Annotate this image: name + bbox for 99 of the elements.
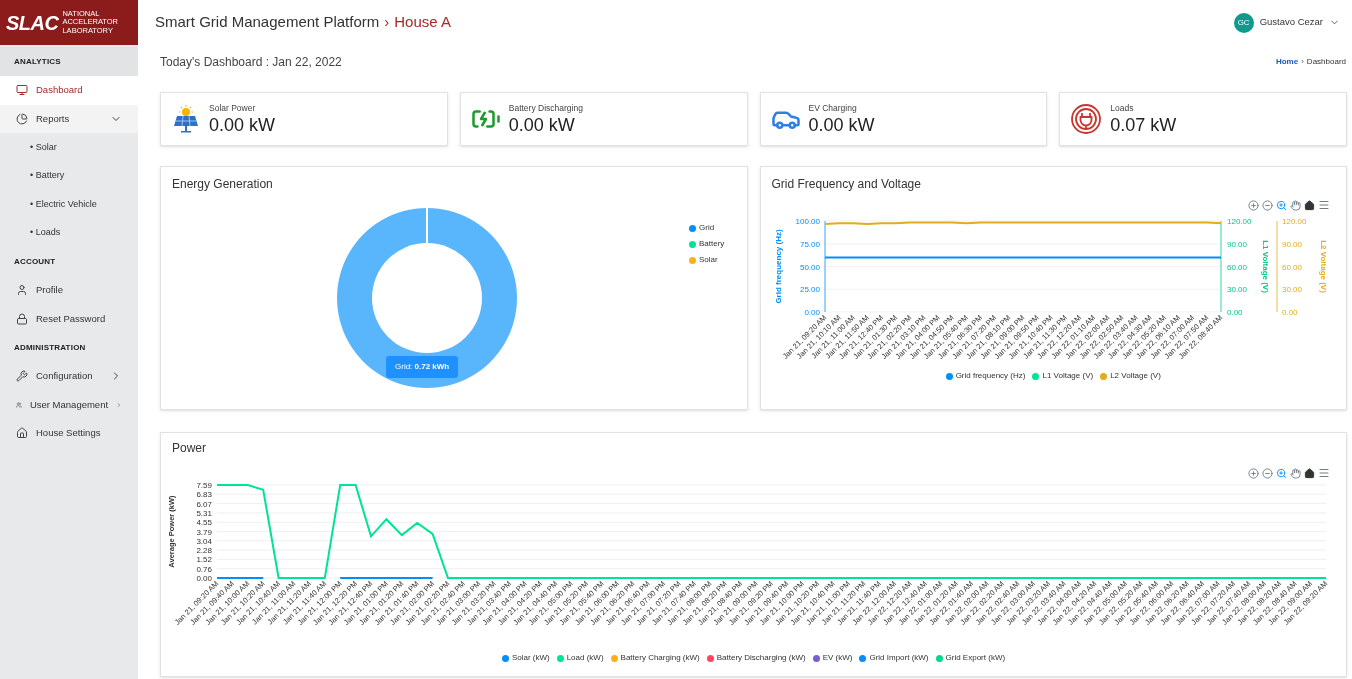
stat-value: 0.07 kW [1110,114,1177,136]
chart-tooltip: Grid: 0.72 kWh [386,356,459,378]
breadcrumb-current: Dashboard [1306,55,1346,68]
legend-label: Grid [699,222,715,234]
app-title: Smart Grid Management Platform [155,12,380,33]
axis-label: 5.31 [196,508,212,518]
dashboard-title: Today's Dashboard : Jan 22, 2022 [160,53,342,71]
axis-label: 4.55 [196,518,212,528]
axis-label: 60.00 [1281,262,1302,272]
menu-icon[interactable] [1318,467,1330,479]
sidebar-item[interactable]: Reports [0,104,138,133]
axis-label: 7.59 [196,481,212,490]
section-heading: ACCOUNT [14,255,56,268]
user-icon [16,284,28,297]
plug-icon [1070,103,1103,135]
axis-label: 0.76 [196,564,212,574]
stat-label: Battery Discharging [508,102,583,115]
axis-label: 60.00 [1226,262,1247,272]
breadcrumb-separator: › [1301,55,1304,68]
hand-icon[interactable] [1290,199,1301,211]
zoom-in-icon[interactable] [1248,467,1259,479]
stat-label: EV Charging [808,102,858,115]
home-icon[interactable] [1304,199,1315,211]
monitor-icon [16,84,28,97]
axis-label: 90.00 [1281,239,1302,249]
axis-label: 120.00 [1226,217,1251,226]
legend-label: Solar [699,254,718,266]
legend-label: Solar (kW) [511,652,550,664]
card-title: Power [171,440,207,457]
card-title: Grid Frequency and Voltage [770,176,922,193]
hand-icon[interactable] [1290,467,1301,479]
legend-label: Battery Charging (kW) [620,652,700,664]
sidebar-subitem[interactable]: • Loads [0,218,138,247]
search-icon[interactable] [1276,199,1287,211]
solar-panel-icon [171,104,201,134]
section-heading: ADMINISTRATION [14,341,86,354]
sidebar-item[interactable]: Profile [0,276,138,305]
stat-label: Solar Power [209,102,257,115]
page-title: House A [394,12,451,33]
stat-value: 0.00 kW [808,114,875,136]
axis-label: 1.52 [196,555,212,565]
axis-label: 6.83 [196,490,212,500]
wrench-icon [16,370,28,383]
home-icon[interactable] [1304,467,1315,479]
legend-label: Grid Import (kW) [869,652,929,664]
axis-label: 100.00 [795,217,820,226]
axis-label: 2.28 [196,546,212,556]
zoom-out-icon[interactable] [1262,199,1273,211]
legend-label: Load (kW) [566,652,604,664]
axis-label: 120.00 [1281,217,1306,226]
zoom-in-icon[interactable] [1248,199,1259,211]
logo-text: SLAC [6,12,59,33]
axis-title: Grid frequency (Hz) [773,229,783,304]
sidebar-item[interactable]: Dashboard [0,76,138,105]
legend-label: Battery Discharging (kW) [716,652,806,664]
house-icon [16,427,28,440]
axis-label: 25.00 [799,285,820,295]
user-name: Gustavo Cezar [1259,15,1323,30]
axis-label: 3.04 [196,536,212,546]
legend-label: EV (kW) [822,652,853,664]
legend-label: L2 Voltage (V) [1110,370,1161,382]
pie-chart-icon [16,112,28,125]
user-menu[interactable]: GC Gustavo Cezar [1233,12,1340,33]
stat-value: 0.00 kW [508,114,576,136]
axis-title: L1 Voltage (V) [1260,240,1270,293]
axis-label: 0.00 [1281,308,1298,317]
axis-label: 0.00 [196,574,212,583]
axis-title: L2 Voltage (V) [1318,240,1328,293]
legend-label: Grid Export (kW) [945,652,1006,664]
breadcrumb-link[interactable]: Home [1275,55,1299,68]
axis-label: 75.00 [799,239,820,249]
legend-label: L1 Voltage (V) [1042,370,1094,382]
sidebar-item[interactable]: Reset Password [0,304,138,333]
legend-label: Battery [699,238,725,250]
stat-value: 0.00 kW [209,114,276,136]
sidebar-item[interactable]: House Settings [0,419,138,448]
card-title: Energy Generation [171,176,274,193]
menu-icon[interactable] [1318,199,1330,211]
lock-icon [16,312,28,325]
zoom-out-icon[interactable] [1262,467,1273,479]
search-icon[interactable] [1276,467,1287,479]
legend-label: Grid frequency (Hz) [955,370,1026,382]
sidebar-subitem[interactable]: • Electric Vehicle [0,190,138,219]
sidebar-subitem[interactable]: • Solar [0,133,138,162]
axis-label: 50.00 [799,262,820,272]
sidebar-item[interactable]: Configuration [0,362,138,391]
section-heading: ANALYTICS [14,55,61,68]
axis-label: 90.00 [1226,239,1247,249]
separator: › [384,12,390,33]
axis-label: 30.00 [1226,285,1247,295]
axis-label: 30.00 [1281,285,1302,295]
axis-label: 3.79 [196,527,212,537]
axis-label: 0.00 [803,308,820,317]
avatar: GC [1233,12,1254,33]
sidebar-subitem[interactable]: • Battery [0,161,138,190]
axis-label: 0.00 [1226,308,1243,317]
sidebar-item[interactable]: User Management [0,390,138,419]
stat-label: Loads [1110,102,1135,115]
axis-label: 6.07 [196,499,212,509]
